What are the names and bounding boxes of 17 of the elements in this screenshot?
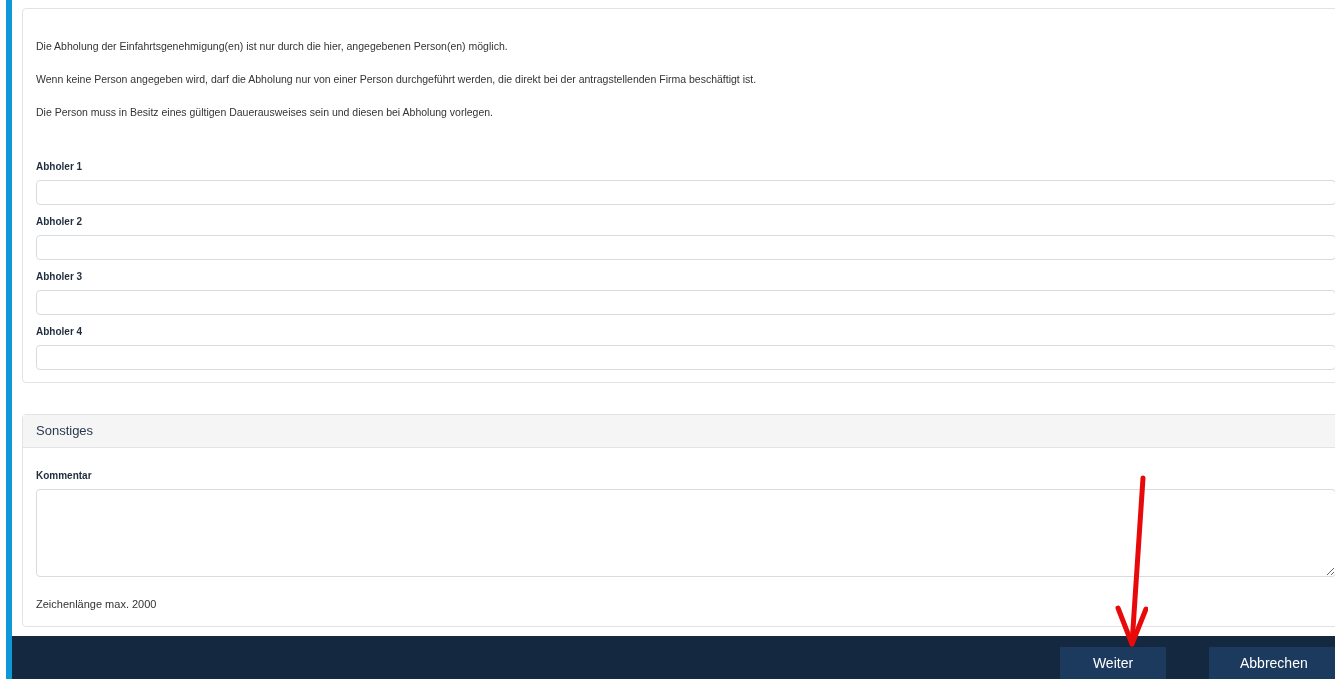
info-text: Die Abholung der Einfahrtsgenehmigung(en) ist nur durch die hier, angegebenen Person(en) möglich. (36, 39, 509, 53)
section-title: Sonstiges (36, 422, 94, 441)
cancel-button[interactable]: Abbrechen (1209, 647, 1335, 679)
field-label: Abholer 1 (36, 160, 84, 174)
info-text: Wenn keine Person angegeben wird, darf die Abholung nur von einer Person durchgeführt werden, die direkt bei der antragstellenden Firma beschäftigt ist. (36, 72, 758, 86)
info-text: Die Person muss in Besitz eines gültigen Dauerausweises sein und diesen bei Abholung vorlegen. (36, 105, 495, 119)
field-label: Abholer 4 (36, 325, 84, 339)
input-field[interactable] (36, 345, 1335, 370)
next-button[interactable]: Weiter (1060, 647, 1166, 679)
field-label: Abholer 3 (36, 270, 84, 284)
field-label: Kommentar (36, 469, 93, 483)
input-field[interactable] (36, 235, 1335, 260)
field-label: Abholer 2 (36, 215, 84, 229)
input-field[interactable] (36, 180, 1335, 205)
input-field[interactable] (36, 290, 1335, 315)
comment-field[interactable] (36, 489, 1335, 577)
character-limit-hint: Zeichenlänge max. 2000 (36, 597, 158, 612)
